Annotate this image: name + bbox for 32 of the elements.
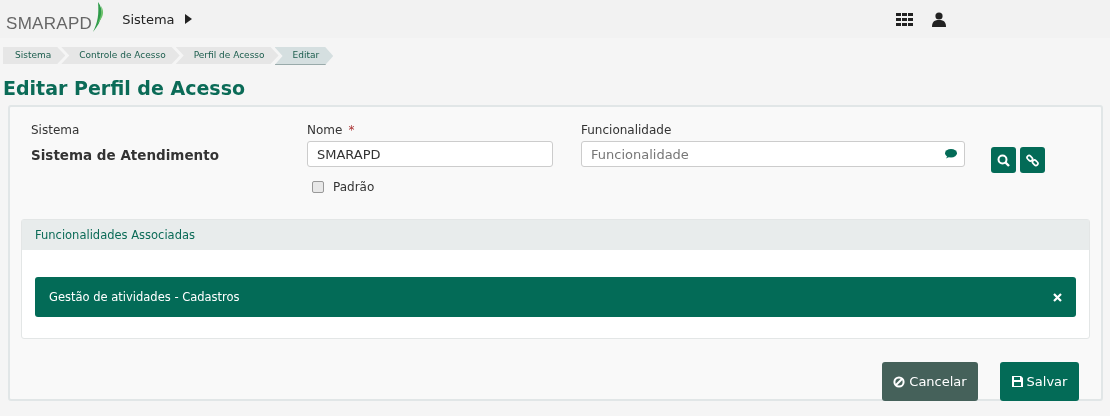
cancel-button[interactable]: Cancelar xyxy=(882,362,978,401)
ban-icon xyxy=(893,375,906,388)
breadcrumb-item[interactable]: Perfil de Acesso xyxy=(175,47,279,64)
required-mark: * xyxy=(348,123,355,139)
name-input[interactable]: SMARAPD xyxy=(307,141,553,167)
chat-icon xyxy=(945,149,957,159)
field-label: Nome xyxy=(307,123,343,139)
item-label: Gestão de atividades - Cadastros xyxy=(49,290,240,304)
field-label: Funcionalidade xyxy=(581,123,673,139)
page-title: Editar Perfil de Acesso xyxy=(3,76,246,101)
breadcrumb-item[interactable]: Controle de Acesso xyxy=(61,47,180,64)
logo[interactable]: SMARAPD xyxy=(6,2,106,36)
system-menu[interactable]: Sistema xyxy=(122,11,175,27)
grid-icon[interactable] xyxy=(896,12,913,26)
breadcrumb-item[interactable]: Editar xyxy=(274,47,334,65)
system-value: Sistema de Atendimento xyxy=(31,147,220,163)
close-icon[interactable] xyxy=(1053,292,1062,302)
floppy-icon xyxy=(1011,376,1023,387)
link-icon xyxy=(1026,153,1039,167)
caret-icon xyxy=(184,14,192,24)
save-button[interactable]: Salvar xyxy=(1000,362,1079,401)
logo-text: SMARAPD xyxy=(6,14,93,34)
checkbox-label: Padrão xyxy=(333,180,375,194)
function-input[interactable]: Funcionalidade xyxy=(581,141,965,167)
search-button[interactable] xyxy=(991,147,1016,173)
checkbox[interactable] xyxy=(312,181,324,193)
link-button[interactable] xyxy=(1020,147,1045,173)
panel-title: Funcionalidades Associadas xyxy=(35,228,195,242)
breadcrumb-item[interactable]: Sistema xyxy=(3,47,66,64)
search-icon xyxy=(997,153,1010,167)
field-label: Sistema xyxy=(31,123,81,139)
user-icon[interactable] xyxy=(932,11,946,27)
